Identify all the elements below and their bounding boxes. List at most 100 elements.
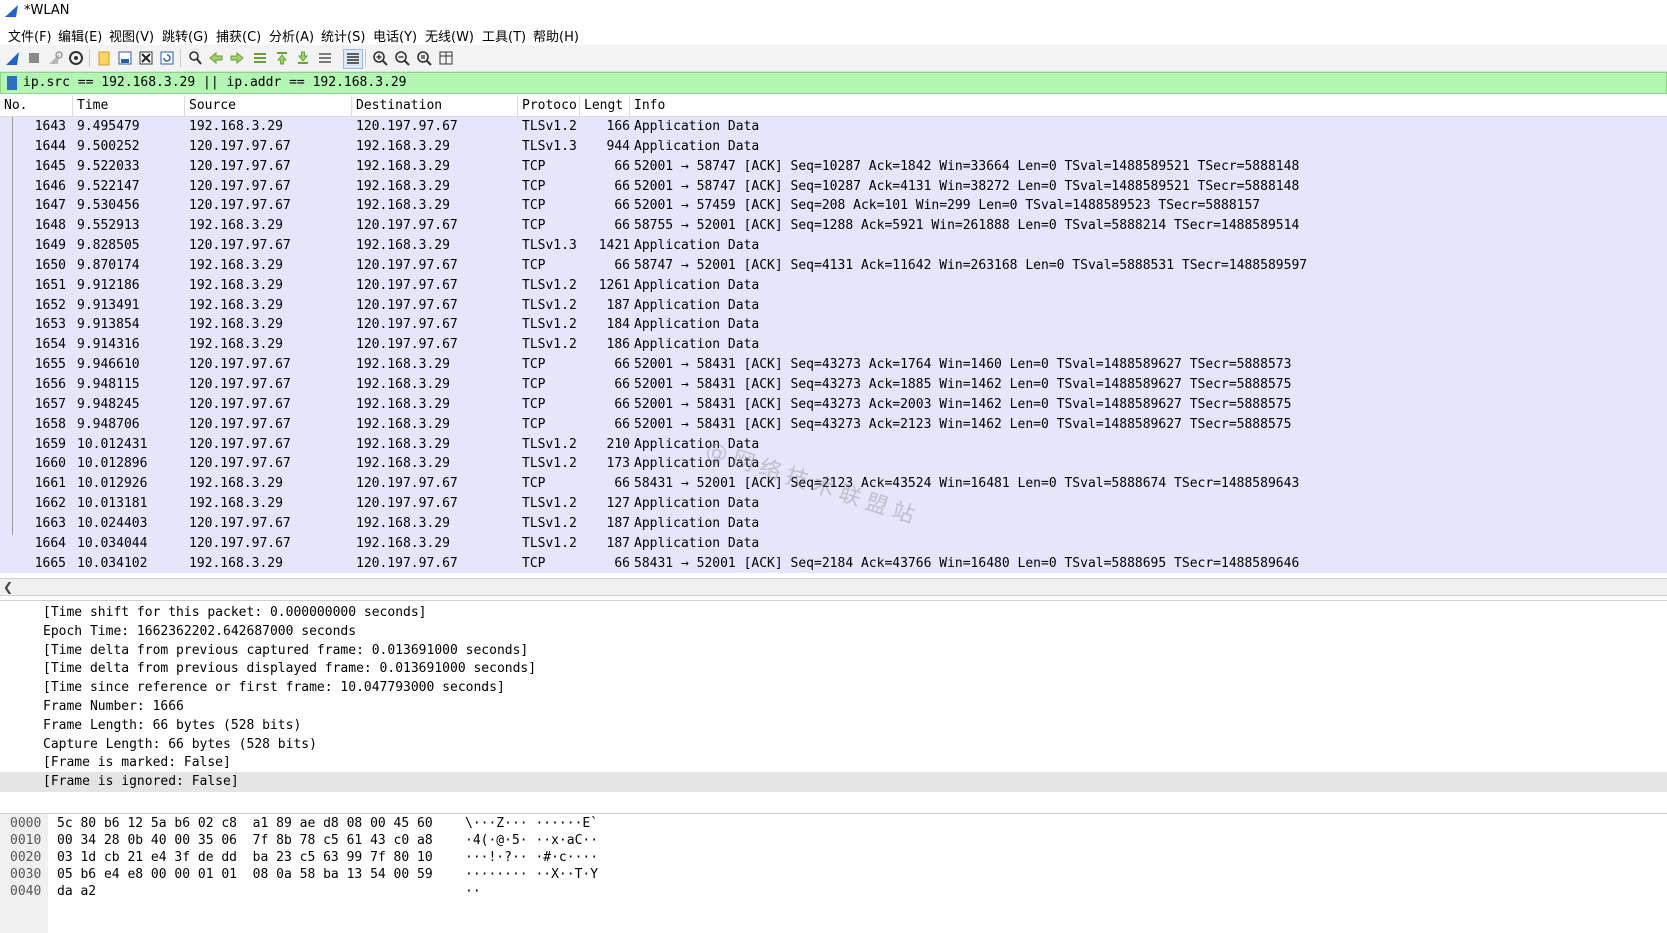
menu-view[interactable]: 视图(V) xyxy=(109,26,154,45)
menu-capture[interactable]: 捕获(C) xyxy=(216,26,261,45)
table-row[interactable]: 1659 10.012431 120.197.97.67 192.168.3.29 TL… xyxy=(0,434,1667,455)
packet-destination: 192.168.3.29 xyxy=(356,376,450,392)
go-last-icon[interactable] xyxy=(294,49,312,67)
column-header-destination[interactable]: Destination xyxy=(352,96,518,116)
column-header-time[interactable]: Time xyxy=(73,96,185,116)
packet-destination: 120.197.97.67 xyxy=(356,476,458,492)
packet-length: 186 xyxy=(606,337,630,353)
table-row[interactable]: 1663 10.024403 120.197.97.67 192.168.3.29 TL… xyxy=(0,513,1667,534)
detail-line[interactable]: [Frame is ignored: False] xyxy=(0,772,1667,793)
table-row[interactable]: 1658 9.948706 120.197.97.67 192.168.3.29 TCP… xyxy=(0,414,1667,435)
packet-time: 9.913491 xyxy=(77,297,140,313)
table-row[interactable]: 1646 9.522147 120.197.97.67 192.168.3.29 TCP… xyxy=(0,176,1667,197)
packet-no: 1659 xyxy=(34,436,66,452)
stop-capture-icon[interactable] xyxy=(25,49,43,67)
byte-hex[interactable]: 5c 80 b6 12 5a b6 02 c8 a1 89 ae d8 08 0… xyxy=(57,815,433,833)
menu-edit[interactable]: 编辑(E) xyxy=(58,26,102,45)
colorize-icon[interactable] xyxy=(343,49,363,69)
packet-protocol: TLSv1.2 xyxy=(522,456,577,472)
detail-line[interactable]: Frame Number: 1666 xyxy=(0,697,1667,717)
column-header-no[interactable]: No. xyxy=(0,96,73,116)
menu-wireless[interactable]: 无线(W) xyxy=(425,26,474,45)
save-file-icon[interactable] xyxy=(116,49,134,67)
table-row[interactable]: 1647 9.530456 120.197.97.67 192.168.3.29 TCP… xyxy=(0,196,1667,217)
menu-analyze[interactable]: 分析(A) xyxy=(269,26,314,45)
table-row[interactable]: 1649 9.828505 120.197.97.67 192.168.3.29 TLS… xyxy=(0,236,1667,256)
column-header-length[interactable]: Lengt xyxy=(580,96,630,116)
byte-offset[interactable]: 0010 xyxy=(10,832,41,850)
byte-ascii[interactable]: ·4(·@·5· ··x·aC·· xyxy=(465,832,598,850)
table-row[interactable]: 1650 9.870174 192.168.3.29 120.197.97.67 TCP… xyxy=(0,255,1667,276)
scroll-left-arrow-icon[interactable]: ❮ xyxy=(3,579,13,595)
byte-ascii[interactable]: ···!·?·· ·#·c···· xyxy=(465,849,598,867)
table-row[interactable]: 1664 10.034044 120.197.97.67 192.168.3.29 TL… xyxy=(0,533,1667,554)
go-forward-icon[interactable] xyxy=(228,49,246,67)
byte-offset[interactable]: 0030 xyxy=(10,866,41,884)
table-row[interactable]: 1645 9.522033 120.197.97.67 192.168.3.29 TCP… xyxy=(0,156,1667,177)
detail-line[interactable]: Capture Length: 66 bytes (528 bits) xyxy=(0,735,1667,755)
packet-length: 66 xyxy=(614,555,630,571)
go-back-icon[interactable] xyxy=(207,49,225,67)
table-row[interactable]: 1657 9.948245 120.197.97.67 192.168.3.29 TCP… xyxy=(0,394,1667,415)
detail-line[interactable]: [Time since reference or first frame: 10… xyxy=(0,678,1667,698)
byte-ascii[interactable]: \···Z··· ······E` xyxy=(465,815,598,833)
packet-time: 9.948245 xyxy=(77,396,140,412)
table-row[interactable]: 1665 10.034102 192.168.3.29 120.197.97.67 TC… xyxy=(0,553,1667,574)
packet-info: Application Data xyxy=(634,535,760,551)
column-header-protocol[interactable]: Protoco xyxy=(518,96,580,116)
detail-line[interactable]: [Frame is marked: False] xyxy=(0,753,1667,773)
table-row[interactable]: 1654 9.914316 192.168.3.29 120.197.97.67 TLS… xyxy=(0,335,1667,356)
packet-length: 66 xyxy=(614,476,630,492)
byte-hex[interactable]: da a2 xyxy=(57,883,96,901)
table-row[interactable]: 1643 9.495479 192.168.3.29 120.197.97.67 TLS… xyxy=(0,117,1667,137)
display-filter-input[interactable]: ip.src == 192.168.3.29 || ip.addr == 192… xyxy=(21,73,1665,93)
table-row[interactable]: 1652 9.913491 192.168.3.29 120.197.97.67 TLS… xyxy=(0,295,1667,316)
menu-file[interactable]: 文件(F) xyxy=(8,26,52,45)
zoom-in-icon[interactable] xyxy=(371,49,389,67)
detail-line[interactable]: [Time delta from previous captured frame… xyxy=(0,641,1667,661)
table-row[interactable]: 1648 9.552913 192.168.3.29 120.197.97.67 TCP… xyxy=(0,216,1667,237)
table-row[interactable]: 1651 9.912186 192.168.3.29 120.197.97.67 TLS… xyxy=(0,275,1667,296)
auto-scroll-icon[interactable] xyxy=(316,49,334,67)
column-header-source[interactable]: Source xyxy=(185,96,352,116)
capture-options-icon[interactable] xyxy=(67,49,85,67)
table-row[interactable]: 1653 9.913854 192.168.3.29 120.197.97.67 TLS… xyxy=(0,315,1667,336)
menu-tools[interactable]: 工具(T) xyxy=(482,26,526,45)
byte-hex[interactable]: 03 1d cb 21 e4 3f de dd ba 23 c5 63 99 7… xyxy=(57,849,433,867)
byte-ascii[interactable]: ·· xyxy=(465,883,481,901)
detail-text: Capture Length: 66 bytes (528 bits) xyxy=(43,736,317,752)
menu-go[interactable]: 跳转(G) xyxy=(162,26,208,45)
byte-ascii[interactable]: ········ ··X··T·Y xyxy=(465,866,598,884)
column-header-info[interactable]: Info xyxy=(630,96,1667,116)
byte-offset[interactable]: 0040 xyxy=(10,883,41,901)
bookmark-icon[interactable] xyxy=(7,76,17,90)
detail-line[interactable]: Frame Length: 66 bytes (528 bits) xyxy=(0,716,1667,736)
menu-help[interactable]: 帮助(H) xyxy=(533,26,579,45)
detail-line[interactable]: [Time delta from previous displayed fram… xyxy=(0,659,1667,679)
packet-destination: 192.168.3.29 xyxy=(356,238,450,254)
detail-line[interactable]: Epoch Time: 1662362202.642687000 seconds xyxy=(0,622,1667,642)
byte-hex[interactable]: 00 34 28 0b 40 00 35 06 7f 8b 78 c5 61 4… xyxy=(57,832,433,850)
table-row[interactable]: 1656 9.948115 120.197.97.67 192.168.3.29 TCP… xyxy=(0,374,1667,395)
table-row[interactable]: 1655 9.946610 120.197.97.67 192.168.3.29 TCP… xyxy=(0,355,1667,375)
start-capture-icon[interactable] xyxy=(4,49,22,67)
byte-hex[interactable]: 05 b6 e4 e8 00 00 01 01 08 0a 58 ba 13 5… xyxy=(57,866,433,884)
detail-line[interactable]: [Time shift for this packet: 0.000000000… xyxy=(0,603,1667,623)
zoom-normal-icon[interactable] xyxy=(415,49,433,67)
menu-statistics[interactable]: 统计(S) xyxy=(321,26,365,45)
resize-columns-icon[interactable] xyxy=(437,49,455,67)
table-row[interactable]: 1644 9.500252 120.197.97.67 192.168.3.29 TLS… xyxy=(0,136,1667,157)
close-file-icon[interactable] xyxy=(137,49,155,67)
zoom-out-icon[interactable] xyxy=(393,49,411,67)
go-to-packet-icon[interactable] xyxy=(251,49,269,67)
byte-offset[interactable]: 0020 xyxy=(10,849,41,867)
open-file-icon[interactable] xyxy=(95,49,113,67)
packet-list-horizontal-scrollbar[interactable]: ❮ xyxy=(0,578,1667,596)
menu-telephony[interactable]: 电话(Y) xyxy=(373,26,417,45)
reload-file-icon[interactable] xyxy=(158,49,176,67)
packet-time: 9.946610 xyxy=(77,357,140,373)
go-first-icon[interactable] xyxy=(273,49,291,67)
find-packet-icon[interactable] xyxy=(186,49,204,67)
restart-capture-icon[interactable] xyxy=(46,49,64,67)
byte-offset[interactable]: 0000 xyxy=(10,815,41,833)
